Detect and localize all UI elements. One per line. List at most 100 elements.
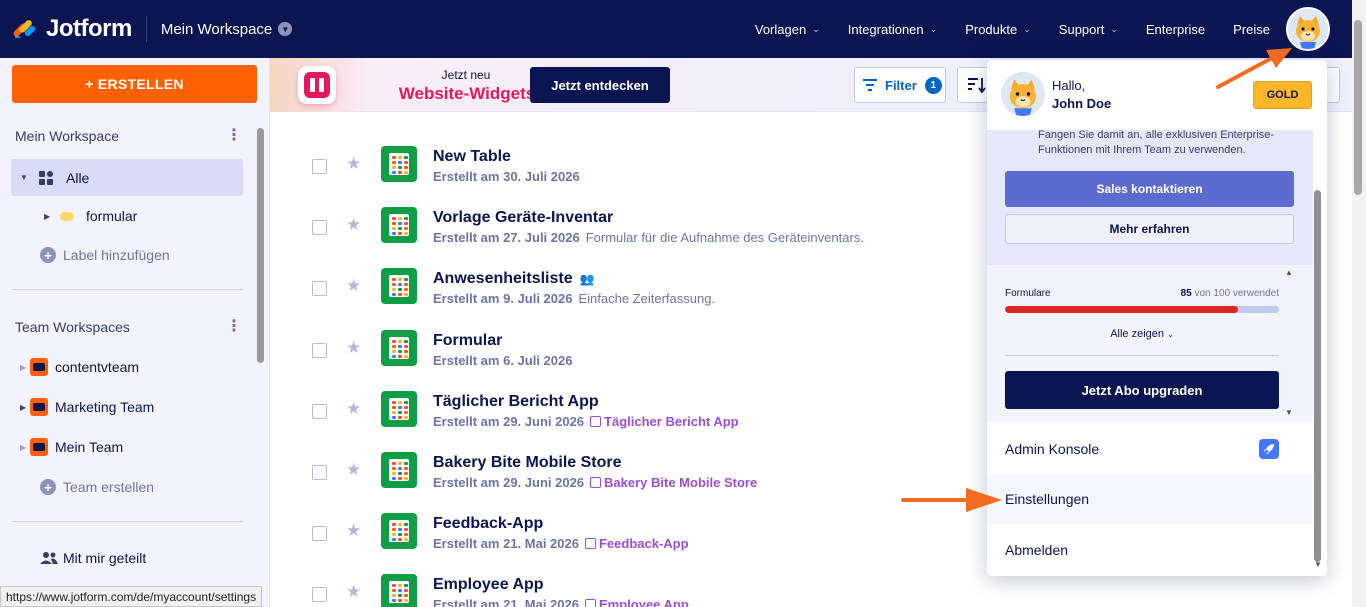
team-workspaces-heading: Team Workspaces [15,319,130,335]
dropdown-scrollbar[interactable] [1314,190,1321,562]
cat-avatar-icon [1288,9,1328,49]
account-avatar-button[interactable] [1286,7,1330,51]
star-icon[interactable]: ★ [346,521,361,541]
sidebar-item-shared[interactable]: Mit mir geteilt [40,550,146,566]
app-icon [590,415,602,427]
linked-app-link[interactable]: Täglicher Bericht App [590,414,739,429]
jotform-logo[interactable]: Jotform [12,15,132,43]
star-icon[interactable]: ★ [346,154,361,174]
upgrade-button[interactable]: Jetzt Abo upgraden [1005,371,1279,409]
table-icon [381,329,417,366]
star-icon[interactable]: ★ [346,399,361,419]
enterprise-promo: Fangen Sie damit an, alle exklusiven Ent… [987,129,1313,265]
select-checkbox[interactable] [312,342,327,358]
nav-link-vorlagen[interactable]: Vorlagen ⌄ [755,22,820,37]
select-checkbox[interactable] [312,220,327,236]
account-header: Hallo, John Doe GOLD [987,60,1327,130]
star-icon[interactable]: ★ [346,215,361,235]
show-all-button[interactable]: Alle zeigen ⌄ [987,328,1297,340]
item-meta: Erstellt am 6. Juli 2026 [433,353,572,368]
nav-link-integrationen[interactable]: Integrationen ⌄ [848,22,937,37]
caret-right-icon: ▶ [44,211,51,221]
discover-button[interactable]: Jetzt entdecken [530,67,670,103]
usage-divider [1005,355,1279,356]
create-button[interactable]: + ERSTELLEN [12,65,257,103]
list-item[interactable]: ★ New Table Erstellt am 30. Juli 2026 [270,140,990,201]
select-checkbox[interactable] [312,403,327,419]
item-title[interactable]: Employee App [433,576,544,594]
item-title[interactable]: Vorlage Geräte-Inventar [433,209,613,227]
nav-link-produkte[interactable]: Produkte ⌄ [965,22,1031,37]
list-item[interactable]: ★ Bakery Bite Mobile Store Erstellt am 29.… [270,446,990,507]
filter-icon [863,79,877,91]
item-title[interactable]: Täglicher Bericht App [433,393,599,411]
item-created-date: Erstellt am 21. Mai 2026 [433,536,579,552]
page-scrollbar-thumb[interactable] [1354,20,1362,195]
table-icon [381,513,417,550]
team-icon [30,438,48,456]
star-icon[interactable]: ★ [346,460,361,480]
more-options-icon[interactable]: ⋮ [226,319,242,335]
caret-right-icon: ▶ [20,402,27,412]
filter-button[interactable]: Filter 1 [854,67,946,103]
add-label-button[interactable]: + Label hinzufügen [40,247,170,263]
logout-link[interactable]: Abmelden [987,525,1313,575]
select-checkbox[interactable] [312,281,327,297]
star-icon[interactable]: ★ [346,582,361,602]
sidebar-item-folder[interactable]: ▶ formular [44,208,137,224]
workspace-switcher[interactable]: Mein Workspace ▼ [161,21,293,38]
scroll-up-icon[interactable]: ▲ [1285,268,1293,277]
select-checkbox[interactable] [312,526,327,542]
item-created-date: Erstellt am 21. Mai 2026 [433,597,579,607]
star-icon[interactable]: ★ [346,276,361,296]
admin-console-link[interactable]: Admin Konsole [987,424,1313,474]
item-title[interactable]: Bakery Bite Mobile Store [433,454,622,472]
list-item[interactable]: ★ Täglicher Bericht App Erstellt am 29. Ju… [270,385,990,446]
sidebar-scrollbar[interactable] [257,128,264,363]
settings-link[interactable]: Einstellungen [987,474,1313,524]
sidebar-item-team[interactable]: ▶ Marketing Team [20,398,154,416]
item-title[interactable]: Formular [433,332,502,350]
usage-used: 85 [1180,288,1192,299]
nav-link-support[interactable]: Support ⌄ [1059,22,1118,37]
nav-link-enterprise[interactable]: Enterprise [1146,22,1205,37]
sort-icon [968,78,986,93]
nav-divider [145,16,147,42]
linked-app-link[interactable]: Bakery Bite Mobile Store [590,475,757,490]
create-team-button[interactable]: + Team erstellen [40,479,154,495]
linked-app-link[interactable]: Employee App [584,597,689,607]
item-title[interactable]: Anwesenheitsliste 👥 [433,270,595,288]
list-item[interactable]: ★ Vorlage Geräte-Inventar Erstellt am 27. … [270,201,990,262]
sidebar-item-team[interactable]: ▶ Mein Team [20,438,123,456]
sidebar-item-label: contentvteam [55,359,140,375]
sidebar-item-label: Team erstellen [63,479,155,495]
scroll-down-icon[interactable]: ▼ [1285,408,1293,417]
star-icon[interactable]: ★ [346,338,361,358]
linked-app-label: Täglicher Bericht App [604,413,739,429]
table-icon [381,574,417,607]
item-title-text: New Table [433,148,511,165]
sidebar-item-team[interactable]: ▶ contentvteam [20,358,139,376]
select-checkbox[interactable] [312,465,327,480]
sidebar-item-all[interactable]: ▼ Alle [11,159,243,196]
select-checkbox[interactable] [312,587,327,603]
app-icon [590,477,602,488]
nav-link-preise[interactable]: Preise [1233,22,1270,37]
scroll-down-icon[interactable]: ▼ [1314,560,1322,569]
learn-more-button[interactable]: Mehr erfahren [1005,214,1294,244]
item-title[interactable]: New Table [433,148,511,166]
table-icon [381,452,417,488]
list-item[interactable]: ★ Anwesenheitsliste 👥 Erstellt am 9. Juli 2… [270,262,990,323]
item-meta: Erstellt am 21. Mai 2026 Feedback-App [433,536,689,551]
list-item[interactable]: ★ Employee App Erstellt am 21. Mai 2026 Emp… [270,568,990,607]
select-checkbox[interactable] [312,159,327,174]
item-title[interactable]: Feedback-App [433,515,543,533]
avatar [1001,72,1045,116]
linked-app-link[interactable]: Feedback-App [584,536,689,551]
plan-badge[interactable]: GOLD [1253,81,1312,109]
list-item[interactable]: ★ Feedback-App Erstellt am 21. Mai 2026 Fee… [270,507,990,568]
list-item[interactable]: ★ Formular Erstellt am 6. Juli 2026 [270,324,990,385]
chevron-down-icon: ⌄ [812,23,820,34]
more-options-icon[interactable]: ⋮ [226,128,242,144]
contact-sales-button[interactable]: Sales kontaktieren [1005,171,1294,207]
